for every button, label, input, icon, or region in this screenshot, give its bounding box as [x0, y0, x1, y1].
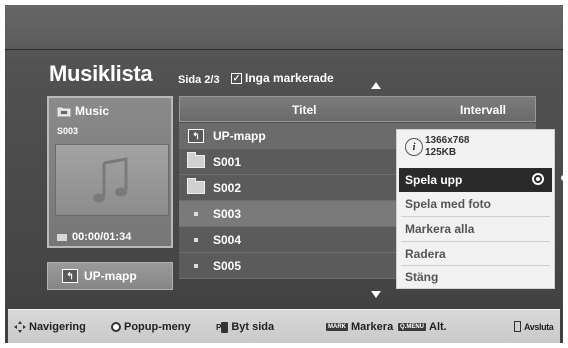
- radio-selected-icon: [532, 173, 544, 185]
- music-note-icon: [93, 157, 128, 203]
- help-mark: MARK Markera: [326, 321, 393, 333]
- menu-item-label: Spela med foto: [405, 197, 492, 211]
- exit-button-icon: [514, 321, 521, 332]
- menu-item-delete[interactable]: Radera: [399, 242, 552, 266]
- help-mark-label: Markera: [351, 321, 394, 333]
- menu-item-label: Markera alla: [405, 222, 475, 236]
- file-size: 125KB: [425, 147, 457, 158]
- page-title: Musiklista: [49, 61, 153, 86]
- list-item-label: UP-mapp: [213, 128, 266, 143]
- help-exit: Avsluta: [514, 321, 554, 332]
- popup-menu: i 1366x768 125KB Spela upp Spela med fot…: [396, 129, 555, 289]
- up-folder-button-label: UP-mapp: [84, 269, 137, 283]
- marked-status: ✓ Inga markerade: [231, 71, 334, 85]
- help-options-label: Alt.: [429, 321, 447, 333]
- help-page-label: Byt sida: [231, 321, 275, 333]
- menu-item-mark-all[interactable]: Markera alla: [399, 217, 552, 241]
- scroll-down-arrow-icon[interactable]: [371, 291, 381, 298]
- up-folder-icon: ↰: [62, 269, 78, 283]
- card-folder: Music: [57, 104, 109, 118]
- folder-icon: [187, 152, 205, 168]
- now-playing-card: Music S003 00:00/01:34: [47, 96, 173, 248]
- file-bullet-icon: [194, 211, 198, 216]
- marked-label: Inga markerade: [245, 71, 334, 85]
- mark-button-icon: MARK: [326, 323, 348, 331]
- progress-bar-icon: [57, 233, 67, 241]
- list-item-label: S005: [213, 258, 242, 273]
- scroll-up-arrow-icon[interactable]: [371, 82, 381, 89]
- list-item-label: S004: [213, 232, 242, 247]
- top-band: [5, 5, 563, 50]
- menu-item-close[interactable]: Stäng: [399, 265, 552, 289]
- page-button-icon: P: [216, 321, 229, 333]
- card-track-name: S003: [57, 126, 79, 136]
- file-bullet-icon: [194, 263, 198, 268]
- help-exit-label: Avsluta: [524, 321, 554, 332]
- up-folder-icon: ↰: [188, 128, 204, 143]
- checkbox-icon: ✓: [231, 72, 242, 84]
- page-indicator: Sida 2/3: [178, 74, 220, 86]
- menu-item-label: Radera: [405, 247, 446, 261]
- help-bar: Navigering Popup-meny P Byt sida MARK Ma…: [8, 309, 560, 343]
- playback-time: 00:00/01:34: [57, 231, 131, 243]
- file-resolution: 1366x768: [425, 135, 470, 146]
- file-bullet-icon: [194, 237, 198, 242]
- folder-icon: [187, 178, 205, 194]
- menu-item-label: Stäng: [405, 270, 439, 284]
- help-navigation: Navigering: [14, 321, 86, 333]
- selection-pointer-icon: [561, 175, 563, 181]
- info-icon: i: [405, 138, 423, 156]
- qmenu-button-icon: Q.MENU: [398, 323, 426, 331]
- list-header: Titel Intervall: [179, 96, 536, 122]
- file-info: i 1366x768 125KB: [405, 135, 470, 159]
- menu-item-play[interactable]: Spela upp: [399, 168, 552, 192]
- help-options: Q.MENU Alt.: [398, 321, 447, 333]
- column-interval: Intervall: [460, 103, 507, 117]
- menu-item-play-with-photo[interactable]: Spela med foto: [399, 192, 552, 216]
- list-item-label: S002: [213, 180, 242, 195]
- list-item-label: S001: [213, 154, 242, 169]
- up-folder-button[interactable]: ↰ UP-mapp: [47, 262, 173, 290]
- help-popup-label: Popup-meny: [124, 321, 191, 333]
- menu-item-label: Spela upp: [405, 173, 463, 187]
- help-navigation-label: Navigering: [29, 321, 86, 333]
- help-popup-menu: Popup-meny: [111, 321, 191, 333]
- column-title: Titel: [292, 103, 317, 117]
- navigation-arrows-icon: [14, 321, 26, 333]
- ok-button-icon: [111, 322, 121, 332]
- list-item-label: S003: [213, 206, 242, 221]
- card-folder-label: Music: [75, 104, 110, 118]
- playback-time-label: 00:00/01:34: [72, 231, 132, 243]
- help-page-change: P Byt sida: [216, 321, 274, 333]
- music-folder-icon: [57, 107, 71, 116]
- music-list-screen: Musiklista Sida 2/3 ✓ Inga markerade Mus…: [5, 5, 563, 343]
- album-art: [55, 144, 169, 216]
